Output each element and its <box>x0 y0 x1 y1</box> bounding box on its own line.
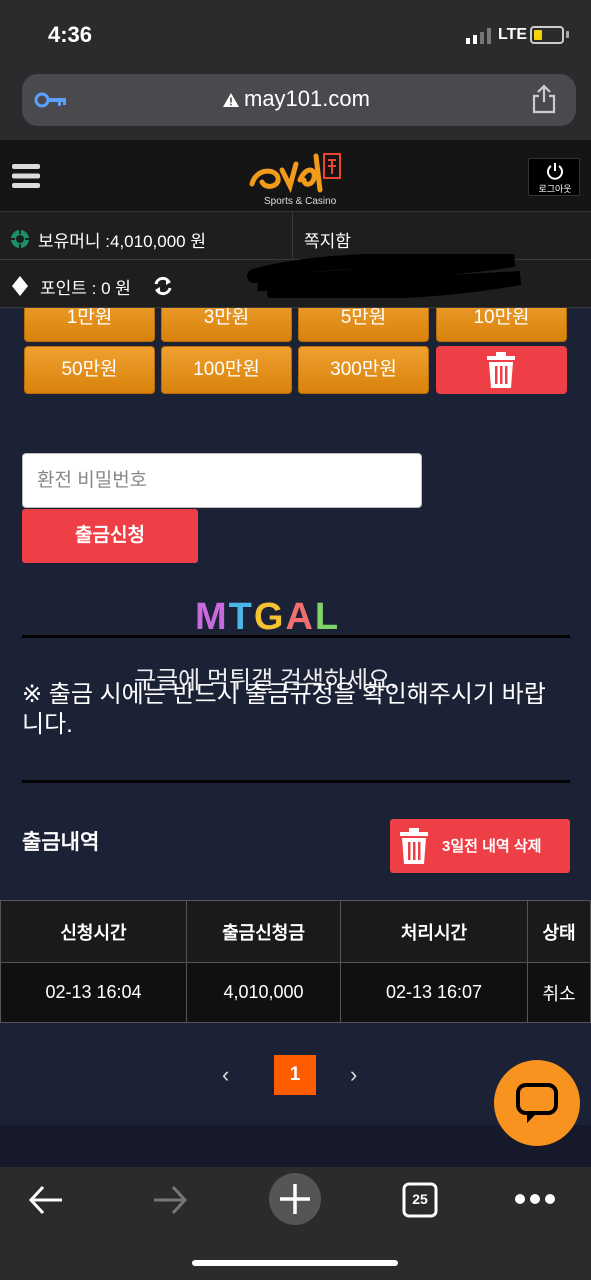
refresh-icon[interactable] <box>152 275 174 297</box>
amount-button[interactable]: 10만원 <box>436 308 567 342</box>
table-cell: 취소 <box>527 962 591 1023</box>
logout-button[interactable]: 로그아웃 <box>528 158 580 196</box>
amount-button[interactable]: 1만원 <box>24 308 155 342</box>
status-time: 4:36 <box>48 22 93 47</box>
amount-buttons-row-1: 1만원 3만원 5만원 10만원 <box>0 308 591 342</box>
amount-button[interactable]: 3만원 <box>161 308 292 342</box>
signal-icon <box>466 28 491 44</box>
diamond-icon <box>12 276 28 296</box>
pagination-prev[interactable]: ‹ <box>222 1062 229 1088</box>
withdraw-password-input[interactable] <box>22 453 422 508</box>
table-cell: 02-13 16:07 <box>340 962 528 1023</box>
page-footer <box>0 1125 591 1167</box>
history-title: 출금내역 <box>22 831 100 854</box>
divider <box>22 780 570 783</box>
points-balance: 포인트 : 0 원 <box>40 279 131 298</box>
amount-button[interactable]: 300만원 <box>298 346 429 394</box>
back-arrow-icon[interactable] <box>28 1184 64 1216</box>
column-header: 신청시간 <box>0 900 187 963</box>
url-text[interactable]: may101.com <box>222 86 370 112</box>
delete-old-history-button[interactable]: 3일전 내역 삭제 <box>390 819 570 873</box>
warning-icon <box>223 93 239 108</box>
power-icon <box>547 163 563 180</box>
battery-icon <box>530 26 564 44</box>
table-header-row: 신청시간 출금신청금 처리시간 상태 <box>0 900 591 963</box>
table-cell: 02-13 16:04 <box>0 962 187 1023</box>
more-options-icon[interactable] <box>514 1192 556 1206</box>
clear-amount-button[interactable] <box>436 346 567 394</box>
money-balance: 보유머니 :4,010,000 원 <box>38 232 206 251</box>
key-icon[interactable] <box>34 90 68 110</box>
home-indicator <box>192 1260 398 1266</box>
tabs-count: 25 <box>412 1191 428 1207</box>
chip-icon <box>11 230 29 248</box>
withdraw-request-button[interactable]: 출금신청 <box>22 509 198 563</box>
redaction-scribble <box>247 254 522 298</box>
table-cell: 4,010,000 <box>186 962 341 1023</box>
forward-arrow-icon[interactable] <box>152 1184 188 1216</box>
chat-button[interactable] <box>494 1060 580 1146</box>
amount-button[interactable]: 5만원 <box>298 308 429 342</box>
divider <box>292 212 293 260</box>
network-label: LTE <box>498 26 528 43</box>
trash-icon <box>487 352 515 388</box>
hamburger-menu-icon[interactable] <box>12 163 40 189</box>
watermark-text: 구글에 먹튀갤 검색하세요. <box>134 667 397 694</box>
pagination-next[interactable]: › <box>350 1062 357 1088</box>
delete-label: 3일전 내역 삭제 <box>442 838 542 855</box>
watermark-logo: MTGAL <box>195 596 341 638</box>
messages-link[interactable]: 쪽지함 <box>304 227 351 252</box>
amount-button[interactable]: 100만원 <box>161 346 292 394</box>
column-header: 처리시간 <box>340 900 528 963</box>
table-row: 02-13 16:04 4,010,000 02-13 16:07 취소 <box>0 962 591 1023</box>
chat-icon <box>516 1083 558 1123</box>
pagination-current-page[interactable]: 1 <box>274 1055 316 1095</box>
column-header: 출금신청금 <box>186 900 341 963</box>
withdraw-history-table: 신청시간 출금신청금 처리시간 상태 02-13 16:04 4,010,000… <box>0 900 591 1023</box>
share-icon[interactable] <box>531 84 557 114</box>
battery-tip <box>566 31 569 38</box>
column-header: 상태 <box>527 900 591 963</box>
new-tab-icon[interactable] <box>268 1172 322 1226</box>
amount-button[interactable]: 50만원 <box>24 346 155 394</box>
logo-tagline: Sports & Casino <box>264 196 337 207</box>
url-label: may101.com <box>244 86 370 111</box>
logout-label: 로그아웃 <box>538 184 572 194</box>
trash-icon <box>400 828 428 864</box>
